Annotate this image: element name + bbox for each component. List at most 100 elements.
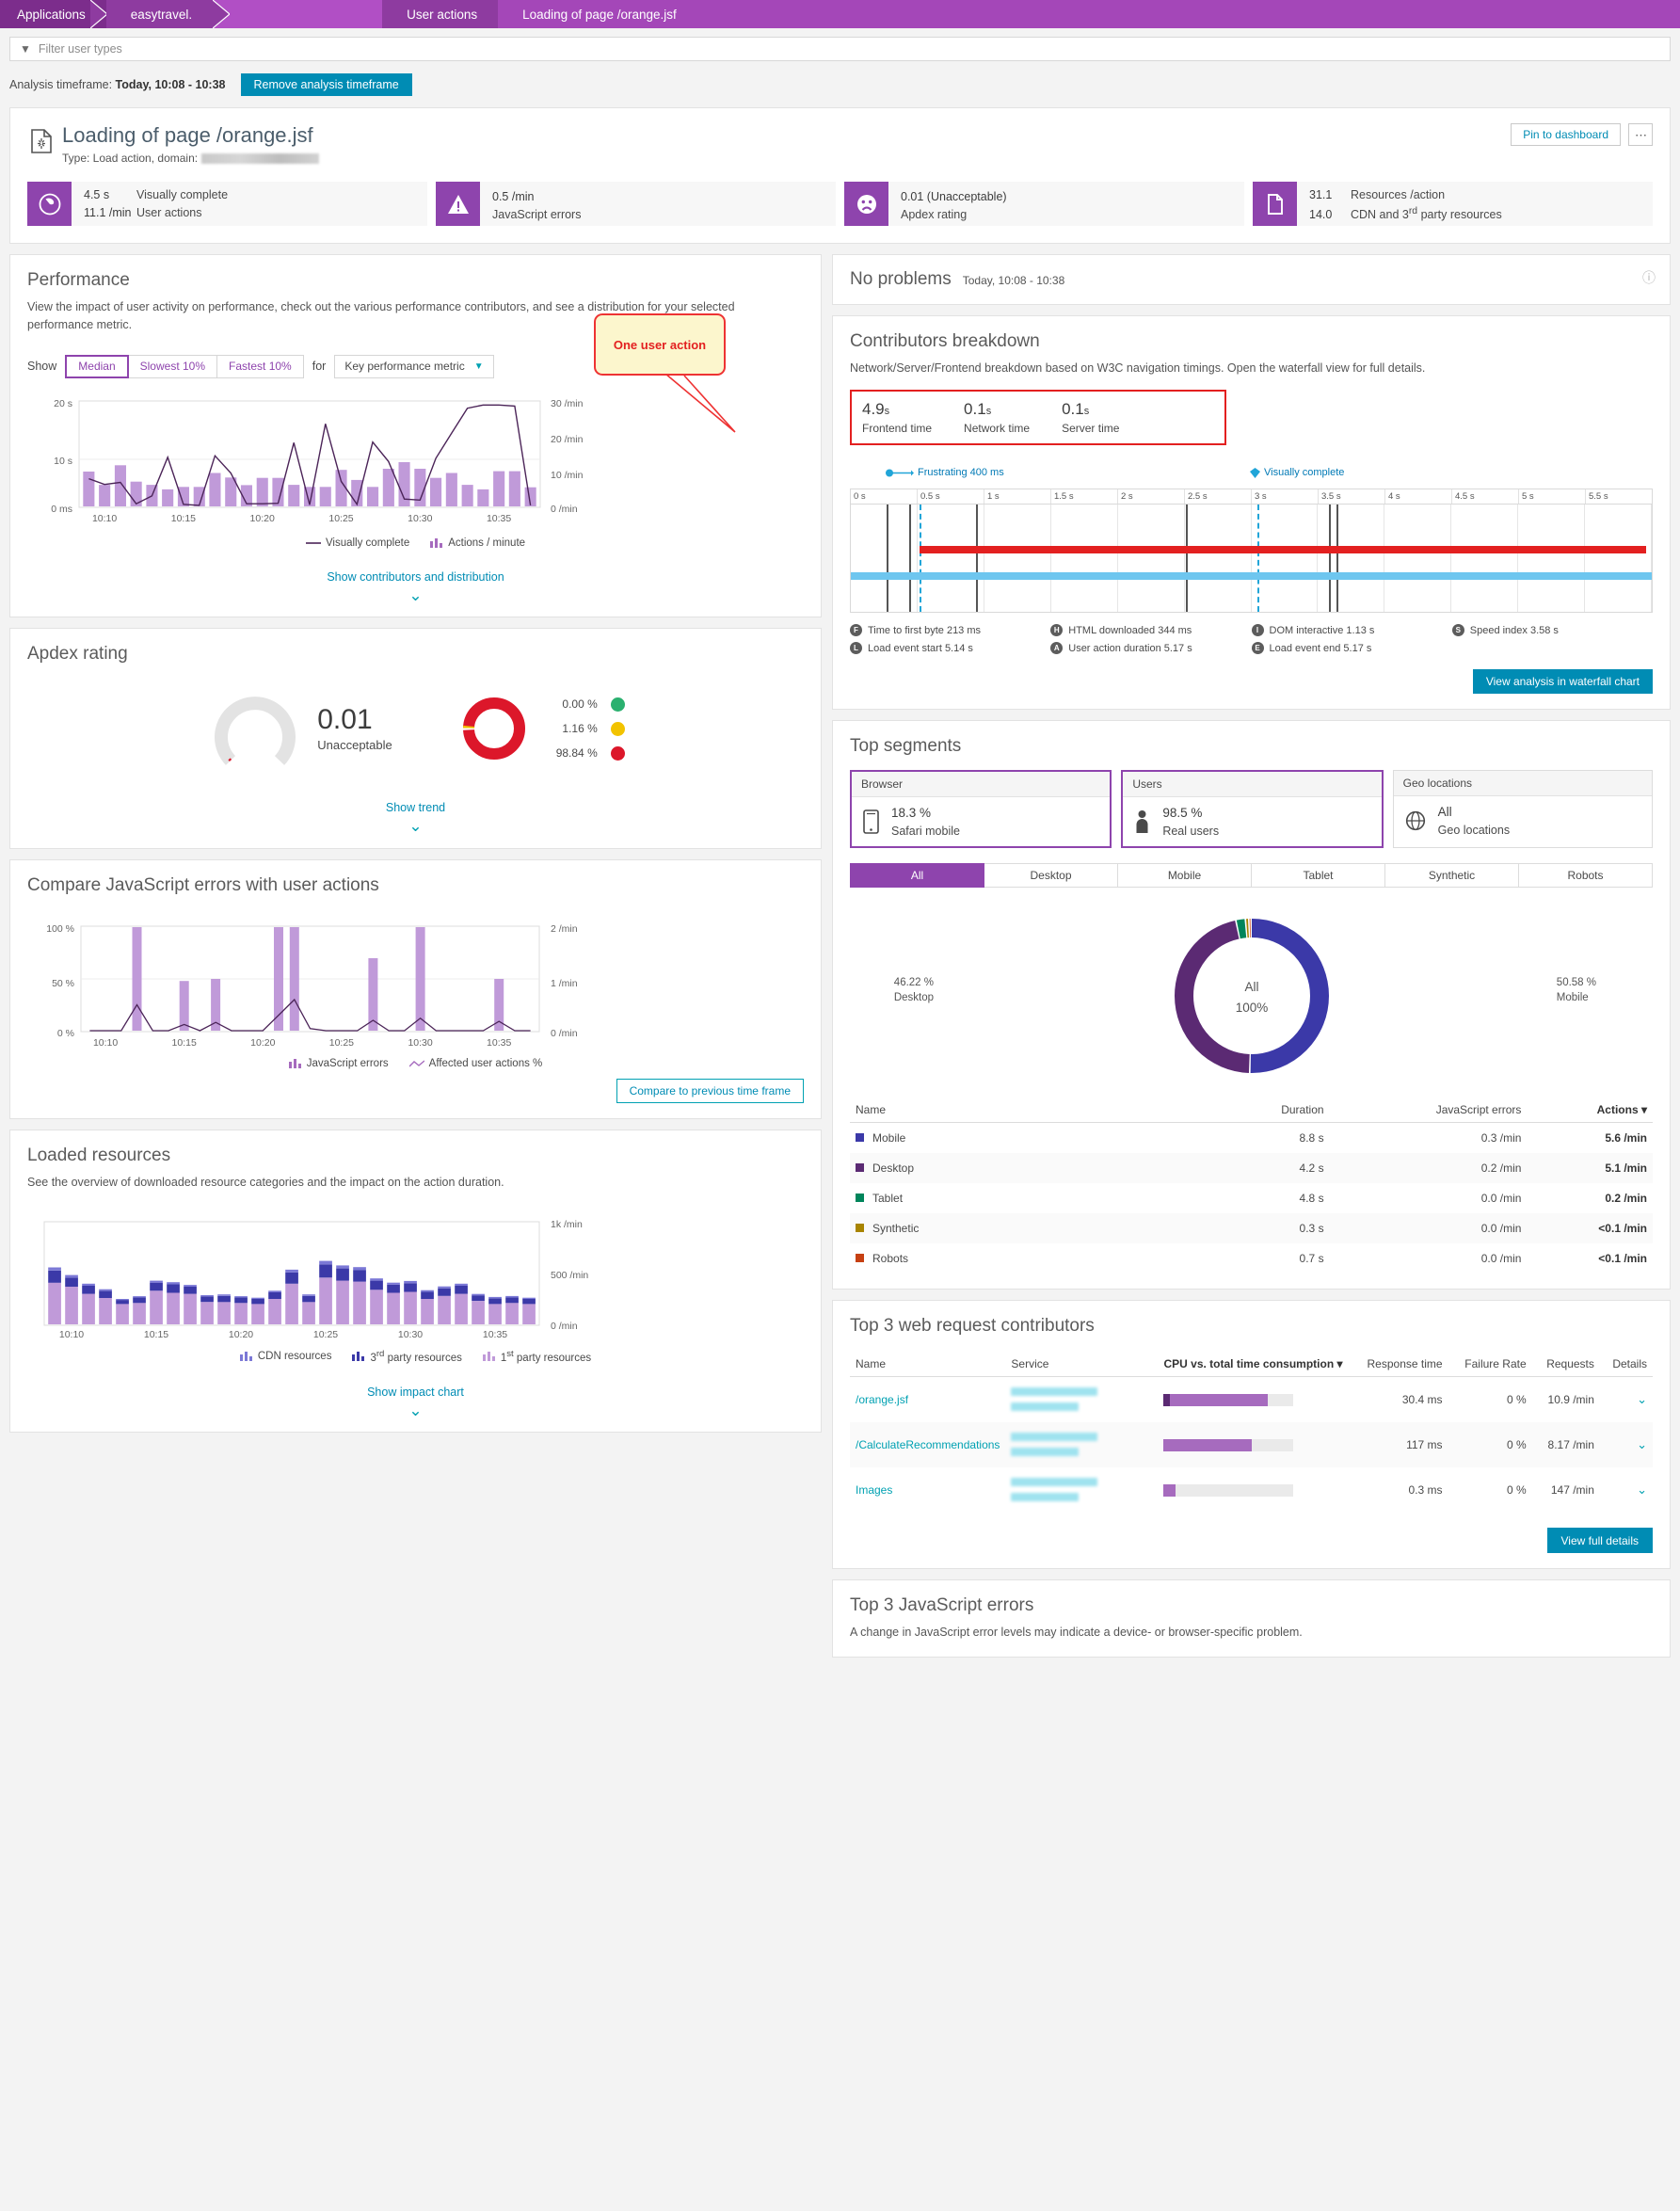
th-requests[interactable]: Requests <box>1531 1357 1600 1378</box>
chevron-down-icon[interactable]: ⌄ <box>1637 1392 1647 1406</box>
filter-funnel-icon: ▼ <box>20 42 32 56</box>
chevron-down-icon[interactable]: ⌄ <box>27 1402 804 1418</box>
chevron-down-icon[interactable]: ⌄ <box>1637 1437 1647 1451</box>
request-name-link[interactable]: /CalculateRecommendations <box>856 1438 1000 1451</box>
breadcrumb-item-applications[interactable]: Applications <box>0 0 107 28</box>
kpi-value-1: 31.1 <box>1309 188 1333 202</box>
cell-duration: 4.2 s <box>1219 1153 1330 1184</box>
js-errors-panel: Compare JavaScript errors with user acti… <box>9 859 822 1120</box>
segment-card-users[interactable]: Users 98.5 % Real users <box>1121 770 1384 849</box>
table-row[interactable]: Desktop 4.2 s 0.2 /min 5.1 /min <box>850 1153 1653 1184</box>
table-row[interactable]: Images 0.3 ms 0 % 147 /min ⌄ <box>850 1467 1653 1513</box>
th-details[interactable]: Details <box>1599 1357 1653 1378</box>
tab-desktop[interactable]: Desktop <box>984 863 1118 889</box>
breadcrumb-item-easytravel[interactable]: easytravel. <box>105 0 231 28</box>
request-name-link[interactable]: /orange.jsf <box>856 1393 908 1406</box>
cell-actions: <0.1 /min <box>1598 1252 1647 1266</box>
breadcrumb-label: Applications <box>17 7 86 22</box>
tab-tablet[interactable]: Tablet <box>1252 863 1385 889</box>
chevron-down-icon[interactable]: ⌄ <box>1637 1482 1647 1497</box>
filter-bar[interactable]: ▼ Filter user types <box>9 37 1671 61</box>
view-full-details-button[interactable]: View full details <box>1546 1528 1653 1554</box>
tab-synthetic[interactable]: Synthetic <box>1385 863 1519 889</box>
segment-card-header: Users <box>1123 772 1382 798</box>
waterfall-legend-item: E Load event end 5.17 s <box>1251 642 1452 655</box>
document-icon <box>1253 182 1297 227</box>
svg-text:10:10: 10:10 <box>92 513 117 524</box>
apdex-donut-chart[interactable] <box>460 695 528 762</box>
th-failure-rate[interactable]: Failure Rate <box>1448 1357 1532 1378</box>
th-cpu-vs-total[interactable]: CPU vs. total time consumption ▾ <box>1158 1357 1349 1378</box>
th-duration[interactable]: Duration <box>1219 1103 1330 1124</box>
chevron-down-icon[interactable]: ⌄ <box>27 587 804 603</box>
svg-text:10:35: 10:35 <box>487 513 511 524</box>
show-label: Show <box>27 360 57 374</box>
loaded-resources-chart[interactable]: 1k /min 500 /min 0 /min 10:10 10:15 10:20 1… <box>27 1216 804 1418</box>
tab-mobile[interactable]: Mobile <box>1118 863 1252 889</box>
web-requests-title: Top 3 web request contributors <box>850 1316 1095 1337</box>
waterfall-marker-h <box>909 505 911 613</box>
js-errors-chart[interactable]: 100 % 50 % 0 % 2 /min 1 /min 0 /min 10:1… <box>27 921 804 1069</box>
kpi-value-2: 11.1 /min <box>84 205 132 219</box>
table-row[interactable]: Robots 0.7 s 0.0 /min <0.1 /min <box>850 1243 1653 1274</box>
svg-text:0 ms: 0 ms <box>51 504 72 515</box>
cell-failure-rate: 0 % <box>1448 1422 1532 1468</box>
segments-donut-chart[interactable]: All 100% 46.22 % Desktop 50.58 % Mobile <box>850 908 1653 1082</box>
more-options-button[interactable]: ⋯ <box>1628 123 1653 146</box>
table-row[interactable]: Synthetic 0.3 s 0.0 /min <0.1 /min <box>850 1213 1653 1244</box>
show-contributors-link-wrap: Show contributors and distribution ⌄ <box>27 569 804 603</box>
segment-median[interactable]: Median <box>65 354 129 378</box>
legend-1st-party-resources: 1st party resources <box>482 1349 591 1364</box>
performance-title: Performance <box>27 270 130 291</box>
waterfall-preview[interactable]: Frustrating 400 ms Visually complete 0 s… <box>850 464 1653 695</box>
waterfall-tick: 4 s <box>1385 489 1452 505</box>
th-response-time[interactable]: Response time <box>1348 1357 1448 1378</box>
compare-previous-timeframe-button[interactable]: Compare to previous time frame <box>616 1079 804 1104</box>
th-js-errors[interactable]: JavaScript errors <box>1329 1103 1528 1124</box>
segment-fastest-10[interactable]: Fastest 10% <box>217 354 304 378</box>
breadcrumb-item-user-actions[interactable]: User actions <box>382 0 516 28</box>
svg-text:10:20: 10:20 <box>250 513 275 524</box>
segment-card-browser[interactable]: Browser 18.3 % Safari mobile <box>850 770 1112 849</box>
tab-all[interactable]: All <box>850 863 984 889</box>
show-trend-link-wrap: Show trend ⌄ <box>27 800 804 835</box>
kpi-tile-apdex-rating[interactable]: 0.01 (Unacceptable) Apdex rating <box>844 182 1244 227</box>
for-label: for <box>312 360 327 374</box>
kpi-tile-resources[interactable]: 31.1 Resources /action 14.0 CDN and 3rd pa… <box>1253 182 1653 227</box>
apdex-title: Apdex rating <box>27 644 128 665</box>
table-row[interactable]: /CalculateRecommendations 117 ms 0 % 8.17 /… <box>850 1422 1653 1468</box>
segment-card-geo-locations[interactable]: Geo locations All Geo locations <box>1392 770 1653 849</box>
remove-analysis-timeframe-button[interactable]: Remove analysis timeframe <box>240 73 412 96</box>
info-icon[interactable]: ⓘ <box>1642 268 1656 287</box>
th-name[interactable]: Name <box>850 1357 1006 1378</box>
table-row[interactable]: /orange.jsf 30.4 ms 0 % 10.9 /min ⌄ <box>850 1377 1653 1423</box>
apdex-gauge-icon <box>215 697 296 766</box>
kpi-tile-javascript-errors[interactable]: 0.5 /min JavaScript errors <box>436 182 836 227</box>
th-actions[interactable]: Actions ▾ <box>1527 1103 1653 1124</box>
metric-server-time: 0.1s Server time <box>1062 400 1119 435</box>
tab-robots[interactable]: Robots <box>1519 863 1653 889</box>
show-trend-link[interactable]: Show trend <box>386 801 445 814</box>
waterfall-chart[interactable] <box>850 505 1653 614</box>
th-name[interactable]: Name <box>850 1103 1220 1124</box>
pin-to-dashboard-button[interactable]: Pin to dashboard <box>1511 123 1621 146</box>
kpi-tile-visually-complete[interactable]: 4.5 s Visually complete 11.1 /min User act… <box>27 182 427 227</box>
th-service[interactable]: Service <box>1005 1357 1159 1378</box>
js-errors-title: Compare JavaScript errors with user acti… <box>27 875 379 896</box>
show-contributors-link[interactable]: Show contributors and distribution <box>327 570 504 584</box>
cell-name: Mobile <box>850 1123 1219 1154</box>
request-name-link[interactable]: Images <box>856 1483 892 1497</box>
svg-text:20 s: 20 s <box>54 398 72 409</box>
frustrated-face-icon <box>610 745 625 761</box>
table-row[interactable]: Mobile 8.8 s 0.3 /min 5.6 /min <box>850 1123 1653 1154</box>
chevron-down-icon[interactable]: ⌄ <box>27 819 804 835</box>
segment-tabs: All Desktop Mobile Tablet Synthetic Robots <box>850 863 1653 889</box>
performance-chart[interactable]: 20 s 10 s 0 ms 30 /min 20 /min 10 /min 0… <box>27 393 804 603</box>
svg-text:1 /min: 1 /min <box>551 978 578 989</box>
segment-slowest-10[interactable]: Slowest 10% <box>128 354 218 378</box>
key-performance-metric-select[interactable]: Key performance metric ▼ <box>334 354 494 378</box>
table-row[interactable]: Tablet 4.8 s 0.0 /min 0.2 /min <box>850 1183 1653 1213</box>
redacted-service <box>1011 1387 1098 1397</box>
view-waterfall-chart-button[interactable]: View analysis in waterfall chart <box>1472 669 1653 695</box>
show-impact-chart-link[interactable]: Show impact chart <box>367 1386 464 1399</box>
